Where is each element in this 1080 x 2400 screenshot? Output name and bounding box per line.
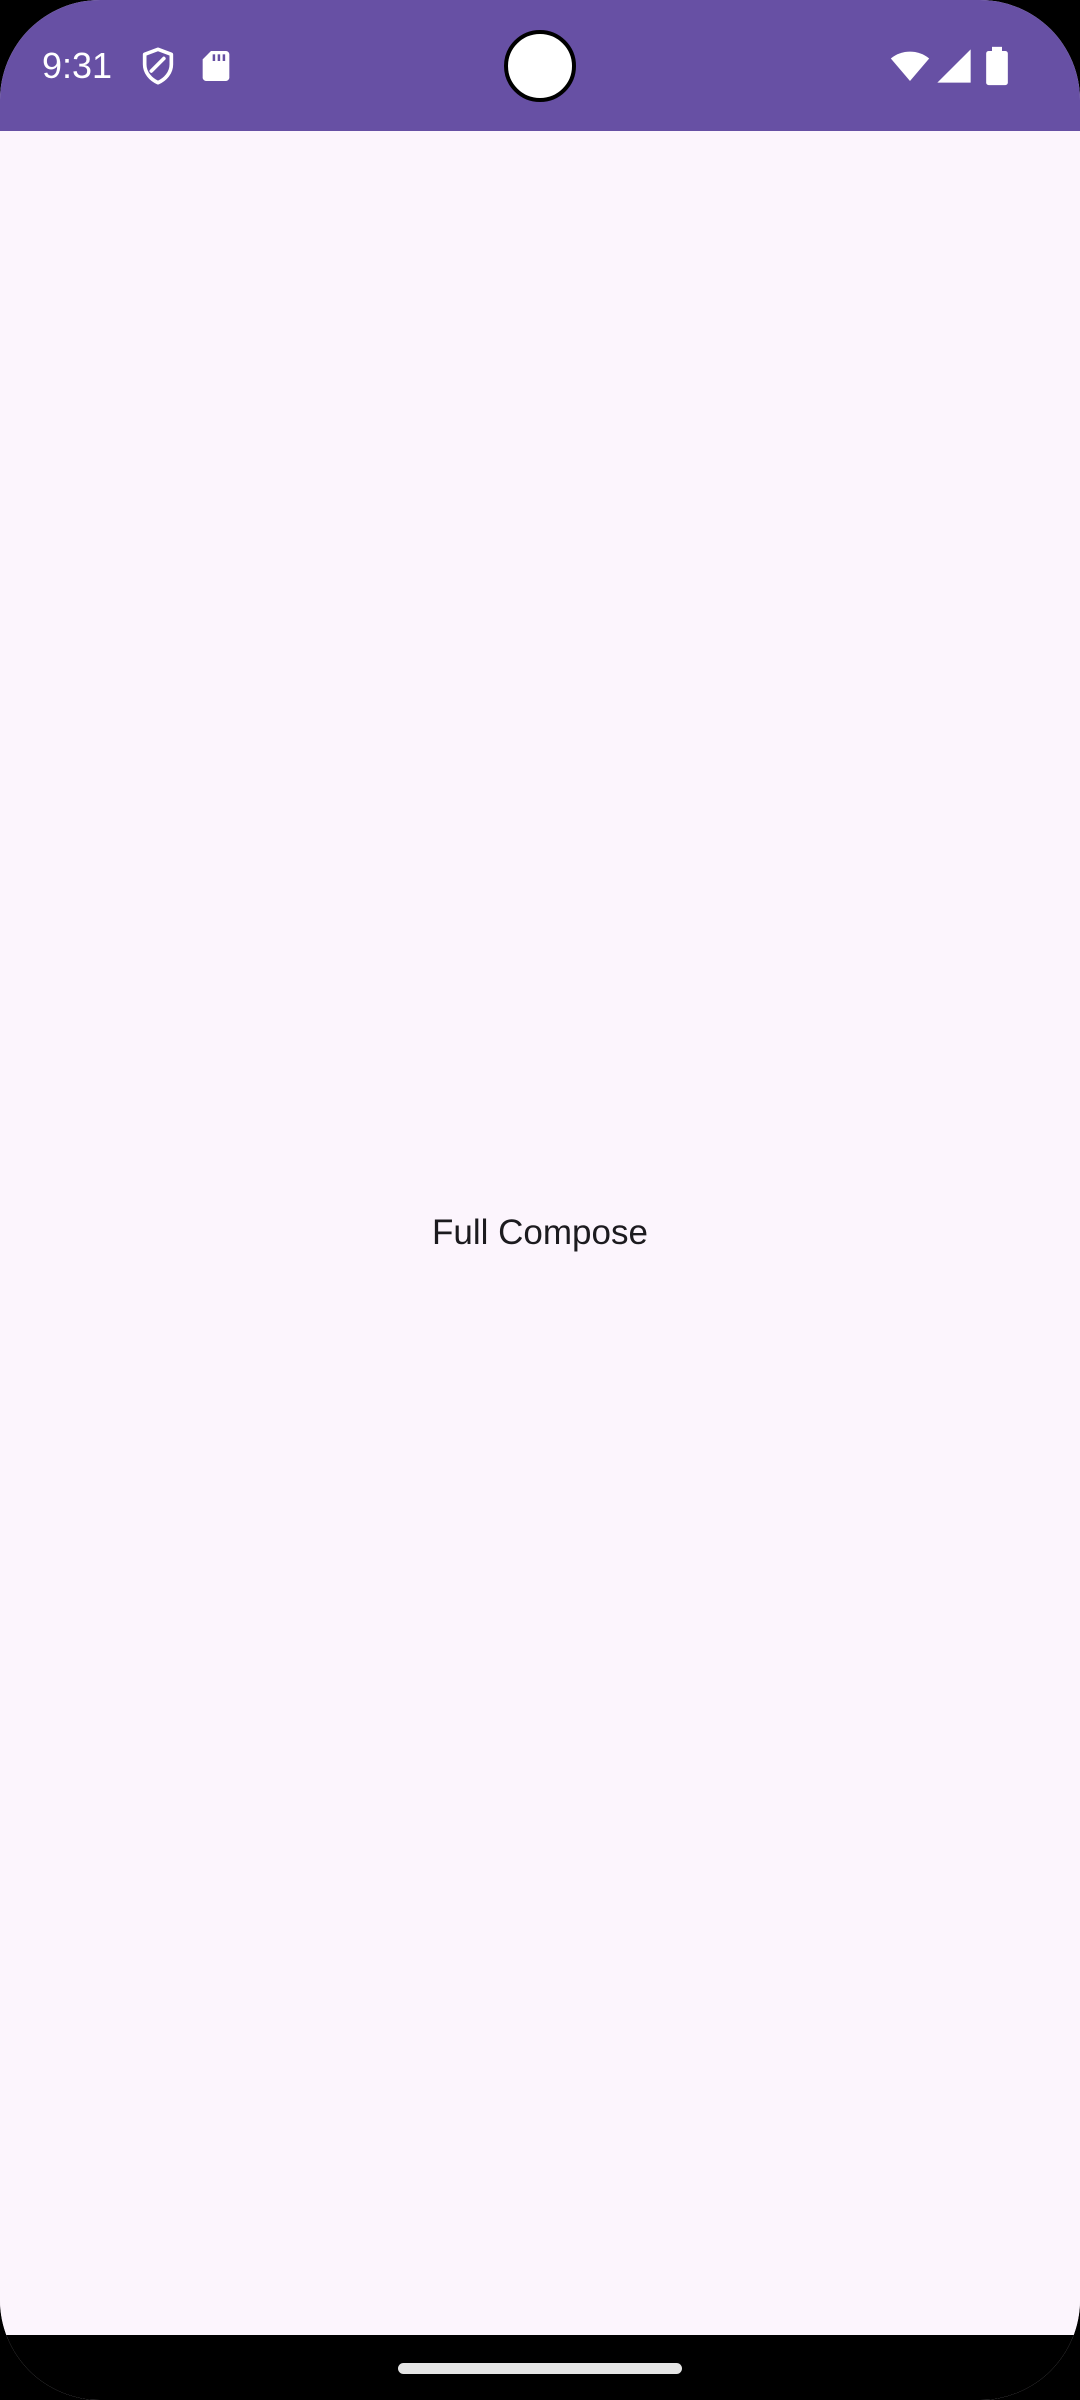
battery-icon: [986, 46, 1008, 86]
sd-card-icon: [202, 51, 230, 81]
front-camera-cutout: [504, 30, 576, 102]
wifi-icon: [890, 51, 930, 81]
device-frame: 9:31 Full Compose: [0, 0, 1080, 2400]
status-time: 9:31: [42, 45, 113, 86]
status-bar: 9:31: [0, 0, 1080, 131]
cell-signal-icon: [937, 49, 971, 83]
screen: 9:31 Full Compose: [0, 0, 1080, 2400]
navigation-bar: [0, 2335, 1080, 2400]
shield-icon: [142, 47, 174, 85]
full-compose-label: Full Compose: [432, 1213, 648, 1252]
home-gesture-handle[interactable]: [398, 2363, 682, 2374]
